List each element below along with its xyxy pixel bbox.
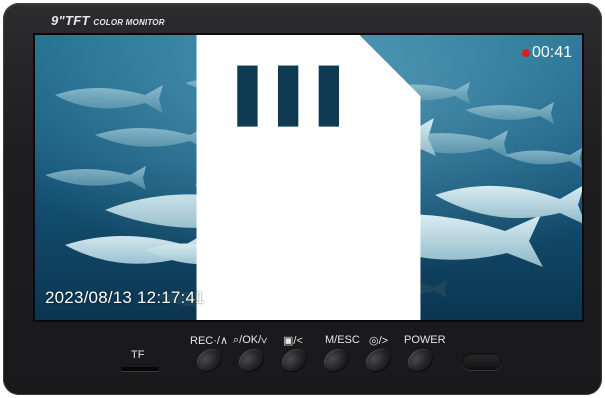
power-button-label: POWER xyxy=(404,334,446,346)
recording-time: 00:41 xyxy=(532,44,573,61)
video-screen: 00:41 2023/08/13 12:17:41 xyxy=(33,33,584,322)
power-button[interactable] xyxy=(403,344,437,376)
tf-card-slot[interactable] xyxy=(121,367,159,371)
tf-slot-label: TF xyxy=(131,349,145,361)
rec-up-button[interactable] xyxy=(192,344,226,376)
power-indicator xyxy=(462,353,502,370)
sd-card-icon xyxy=(196,35,421,320)
ok-button-label: ⌕/OK/∨ xyxy=(233,334,268,346)
menu-esc-button[interactable] xyxy=(319,344,353,376)
camera-right-button[interactable] xyxy=(361,344,395,376)
record-dot-icon xyxy=(522,49,530,57)
brand-label: 9"TFT COLOR MONITOR xyxy=(51,13,165,28)
rec-button-label: REC·/∧ xyxy=(190,335,228,347)
brand-suffix: COLOR MONITOR xyxy=(93,18,165,27)
ok-down-button[interactable] xyxy=(234,344,268,376)
brand-prefix: 9"TFT xyxy=(51,13,90,28)
monitor-bezel: 9"TFT COLOR MONITOR 00:41 2023/08/13 12:… xyxy=(3,3,602,395)
menu-button-label: M/ESC xyxy=(325,334,360,346)
playback-button-label: ▣/< xyxy=(283,335,303,347)
playback-left-button[interactable] xyxy=(277,344,311,376)
camera-button-label: ◎/> xyxy=(369,335,389,347)
date-timestamp: 2023/08/13 12:17:41 xyxy=(45,288,205,307)
